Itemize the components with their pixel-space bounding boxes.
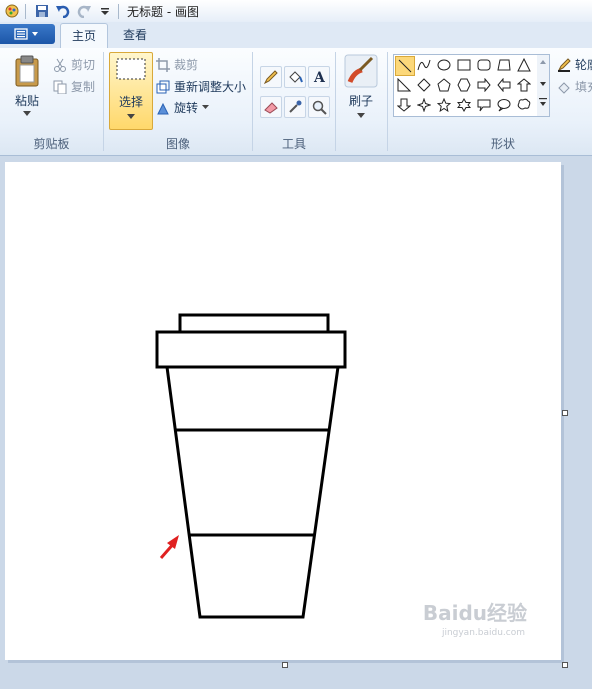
scissors-icon — [52, 57, 68, 73]
tab-home[interactable]: 主页 — [60, 23, 108, 48]
brushes-button[interactable]: 刷子 — [340, 54, 382, 119]
select-rectangle-icon — [116, 58, 146, 80]
text-icon: A — [313, 70, 326, 85]
dropdown-arrow-icon — [357, 113, 365, 118]
svg-text:A: A — [313, 70, 326, 85]
pencil-icon — [263, 70, 278, 85]
cut-button[interactable]: 剪切 — [52, 56, 95, 73]
copy-button[interactable]: 复制 — [52, 78, 95, 95]
image-group-label: 图像 — [165, 137, 190, 151]
fill-tool[interactable] — [284, 66, 306, 88]
clipboard-group: 粘贴 剪切 复制 剪贴板 — [0, 48, 103, 155]
magnifier-icon — [312, 100, 327, 115]
title-bar: 无标题 - 画图 — [0, 0, 592, 23]
menu-icon — [13, 28, 38, 40]
shapes-group-label: 形状 — [490, 137, 515, 151]
shapes-group: 形状 — [388, 48, 592, 155]
rotate-label: 旋转 — [174, 101, 199, 115]
cup-body — [165, 365, 340, 619]
brushes-label: 刷子 — [348, 94, 373, 108]
dropdown-arrow-icon — [127, 114, 135, 119]
tools-group-label: 工具 — [281, 137, 306, 151]
eyedropper-icon — [289, 100, 302, 113]
undo-icon[interactable] — [54, 2, 72, 20]
rotate-button[interactable]: 旋转 — [155, 99, 210, 116]
pencil-tool[interactable] — [260, 66, 282, 88]
color-picker-tool[interactable] — [284, 96, 306, 118]
ribbon: 粘贴 剪切 复制 剪贴板 图像 选择 裁剪 重新调整大小 旋转 工具 A 刷子 … — [0, 48, 592, 156]
crop-label: 裁剪 — [174, 58, 199, 72]
clipboard-group-label: 剪贴板 — [33, 137, 70, 151]
crop-icon — [155, 57, 171, 73]
eraser-tool[interactable] — [260, 96, 282, 118]
magnifier-tool[interactable] — [308, 96, 330, 118]
text-tool[interactable]: A — [308, 66, 330, 88]
resize-icon — [155, 79, 171, 95]
paste-button[interactable]: 粘贴 — [8, 54, 46, 117]
save-icon[interactable] — [33, 2, 51, 20]
watermark: Baidu经验 — [422, 601, 527, 625]
group-divider — [335, 52, 336, 151]
quick-access-toolbar — [0, 0, 123, 22]
resize-handle-corner[interactable] — [562, 662, 568, 668]
separator — [25, 3, 26, 19]
resize-handle-bottom[interactable] — [282, 662, 288, 668]
customize-toolbar-icon[interactable] — [96, 2, 114, 20]
crop-button[interactable]: 裁剪 — [155, 56, 198, 73]
brush-icon — [344, 54, 378, 88]
paste-label: 粘贴 — [14, 94, 39, 108]
tab-view[interactable]: 查看 — [112, 23, 158, 47]
copy-label: 复制 — [71, 80, 96, 94]
copy-icon — [52, 79, 68, 95]
cut-label: 剪切 — [71, 58, 96, 72]
file-menu-button[interactable] — [0, 24, 55, 44]
fill-bucket-icon — [289, 71, 303, 83]
redo-icon[interactable] — [75, 2, 93, 20]
red-arrow-icon — [159, 535, 179, 559]
eraser-icon — [264, 102, 278, 114]
dropdown-arrow-icon — [202, 105, 210, 109]
select-button[interactable]: 选择 — [109, 52, 153, 130]
cup-drawing — [155, 313, 347, 619]
cup-lid — [155, 330, 347, 369]
window-title: 无标题 - 画图 — [127, 4, 199, 19]
resize-button[interactable]: 重新调整大小 — [155, 78, 246, 95]
rotate-icon — [155, 100, 171, 116]
dropdown-arrow-icon — [23, 111, 31, 116]
cup-lid-top — [178, 313, 330, 334]
separator — [118, 3, 119, 19]
app-icon[interactable] — [3, 2, 21, 20]
paste-icon — [15, 55, 39, 87]
resize-handle-right[interactable] — [562, 410, 568, 416]
drawing-canvas[interactable]: Baidu经验 jingyan.baidu.com — [5, 162, 561, 660]
resize-label: 重新调整大小 — [174, 80, 247, 94]
watermark-url: jingyan.baidu.com — [441, 628, 525, 638]
select-label: 选择 — [118, 95, 143, 109]
ribbon-tab-row: 主页 查看 — [0, 22, 592, 48]
